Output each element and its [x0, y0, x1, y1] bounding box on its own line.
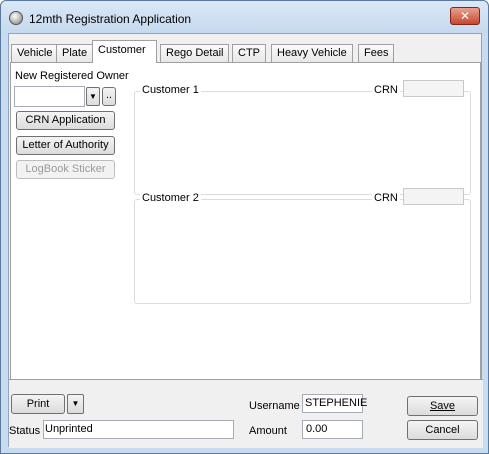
footer-panel: Print ▼ Status Unprinted Username STEPHE…: [9, 379, 483, 448]
application-window: 12mth Registration Application ✕ Vehicle…: [0, 0, 489, 454]
logbook-sticker-button[interactable]: LogBook Sticker: [16, 160, 115, 179]
customer-2-group: Customer 2 CRN: [134, 188, 471, 304]
customer-tab-panel: New Registered Owner ▼ .. CRN Applicatio…: [10, 62, 481, 408]
tab-plate[interactable]: Plate: [56, 44, 94, 62]
letter-of-authority-button[interactable]: Letter of Authority: [16, 136, 115, 155]
crn-application-button[interactable]: CRN Application: [16, 111, 115, 130]
title-bar[interactable]: 12mth Registration Application ✕: [1, 1, 488, 33]
window-title: 12mth Registration Application: [29, 12, 192, 26]
customer-1-crn-label: CRN: [372, 84, 400, 96]
owner-lookup-button[interactable]: ..: [102, 87, 116, 106]
tab-customer[interactable]: Customer: [92, 40, 157, 63]
status-field: Unprinted: [43, 420, 234, 439]
print-options-button[interactable]: ▼: [67, 394, 84, 414]
close-button[interactable]: ✕: [450, 7, 480, 25]
customer-2-crn-field[interactable]: [403, 188, 464, 205]
app-icon: [9, 11, 23, 25]
amount-field: 0.00: [302, 420, 363, 439]
close-icon: ✕: [459, 9, 471, 23]
tab-vehicle[interactable]: Vehicle: [11, 44, 59, 62]
tab-strip: Vehicle Plate Customer Rego Detail CTP H…: [9, 40, 483, 63]
print-button[interactable]: Print: [11, 394, 65, 414]
username-label: Username: [249, 400, 300, 412]
tab-rego-detail[interactable]: Rego Detail: [160, 44, 230, 62]
tab-ctp[interactable]: CTP: [232, 44, 266, 62]
tab-fees[interactable]: Fees: [358, 44, 395, 62]
owner-input[interactable]: [14, 86, 85, 107]
username-field: STEPHENIE: [302, 394, 367, 413]
customer-2-crn-label: CRN: [372, 192, 400, 204]
customer-1-title: Customer 1: [140, 84, 201, 96]
chevron-down-icon: ▼: [71, 399, 80, 408]
customer-2-title: Customer 2: [140, 192, 201, 204]
customer-1-group: Customer 1 CRN: [134, 80, 471, 195]
save-button-label: Save: [429, 400, 456, 412]
new-owner-label: New Registered Owner: [15, 70, 129, 82]
save-button[interactable]: Save: [407, 396, 478, 416]
cancel-button[interactable]: Cancel: [407, 420, 478, 440]
tab-heavy-vehicle[interactable]: Heavy Vehicle: [271, 44, 353, 62]
owner-dropdown-button[interactable]: ▼: [86, 87, 100, 106]
customer-1-crn-field[interactable]: [403, 80, 464, 97]
status-label: Status: [9, 425, 41, 437]
chevron-down-icon: ▼: [89, 92, 97, 101]
amount-label: Amount: [249, 425, 287, 437]
client-area: Vehicle Plate Customer Rego Detail CTP H…: [8, 33, 483, 448]
